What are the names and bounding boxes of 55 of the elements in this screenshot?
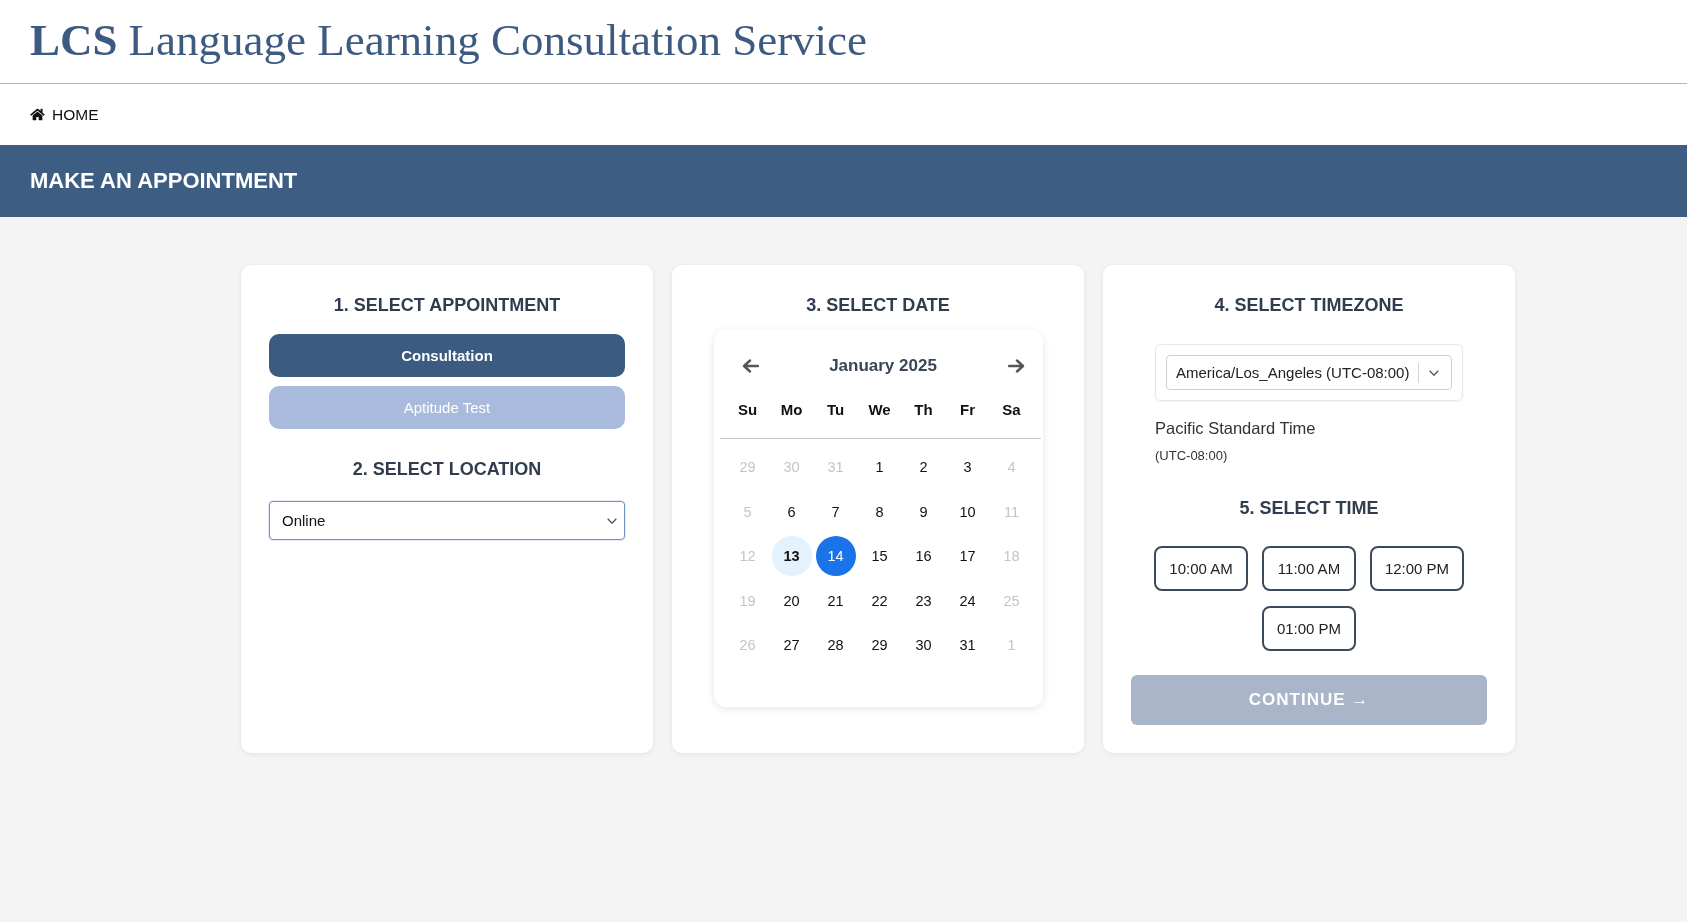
day-button[interactable]: 20 [771,580,812,621]
time-slot-button[interactable]: 12:00 PM [1370,546,1464,591]
day-button[interactable]: 8 [859,491,900,532]
chevron-down-icon [607,517,617,524]
section-heading: 2. SELECT LOCATION [351,458,543,481]
month-label: January 2025 [829,356,937,376]
location-select[interactable]: Online [269,501,625,540]
day-button[interactable]: 9 [903,491,944,532]
day-button[interactable]: 23 [903,580,944,621]
day-button[interactable]: 6 [771,491,812,532]
day-button[interactable]: 16 [903,536,944,577]
day-button[interactable]: 29 [859,625,900,666]
timezone-offset: (UTC-08:00) [1155,447,1228,465]
time-slot-button[interactable]: 01:00 PM [1262,606,1356,651]
day-button[interactable]: 24 [947,580,988,621]
section-heading: 4. SELECT TIMEZONE [1213,294,1405,317]
time-slot-button[interactable]: 11:00 AM [1262,546,1356,591]
day-button[interactable]: 22 [859,580,900,621]
section-heading: 5. SELECT TIME [1238,497,1380,520]
day-button[interactable]: 14 [815,536,856,577]
weekday-label: Mo [779,400,804,420]
home-link[interactable]: HOME [30,105,99,124]
day-button[interactable]: 31 [947,625,988,666]
timezone-select[interactable]: America/Los_Angeles (UTC-08:00) [1166,355,1452,390]
timezone-name: Pacific Standard Time [1155,418,1316,439]
weekday-label: Sa [1001,400,1022,420]
weekday-label: Su [736,400,759,420]
day-button[interactable]: 1 [859,447,900,488]
section-heading: 3. SELECT DATE [805,294,951,317]
day-button[interactable]: 10 [947,491,988,532]
site-title: Language Learning Consultation Service [128,13,868,66]
next-month-button[interactable] [1005,357,1027,375]
arrow-left-icon [741,359,759,373]
section-heading: 1. SELECT APPOINTMENT [332,294,562,317]
arrow-right-icon [1007,359,1025,373]
day-button[interactable]: 28 [815,625,856,666]
site-logo: LCS [30,13,118,66]
day-button[interactable]: 2 [903,447,944,488]
weekday-label: Tu [825,400,846,420]
day-button[interactable]: 13 [771,536,812,577]
day-button[interactable]: 7 [815,491,856,532]
banner-title: MAKE AN APPOINTMENT [30,168,298,194]
house-icon [30,108,45,121]
weekday-label: Th [913,400,934,420]
day-button[interactable]: 3 [947,447,988,488]
weekday-label: We [867,400,892,420]
day-button[interactable]: 21 [815,580,856,621]
day-button[interactable]: 15 [859,536,900,577]
day-button[interactable]: 27 [771,625,812,666]
day-button[interactable]: 30 [903,625,944,666]
weekday-label: Fr [959,400,976,420]
chevron-down-icon [1429,369,1440,376]
appointment-type-button[interactable]: Consultation [269,334,625,377]
day-button[interactable]: 17 [947,536,988,577]
time-slot-button[interactable]: 10:00 AM [1154,546,1248,591]
